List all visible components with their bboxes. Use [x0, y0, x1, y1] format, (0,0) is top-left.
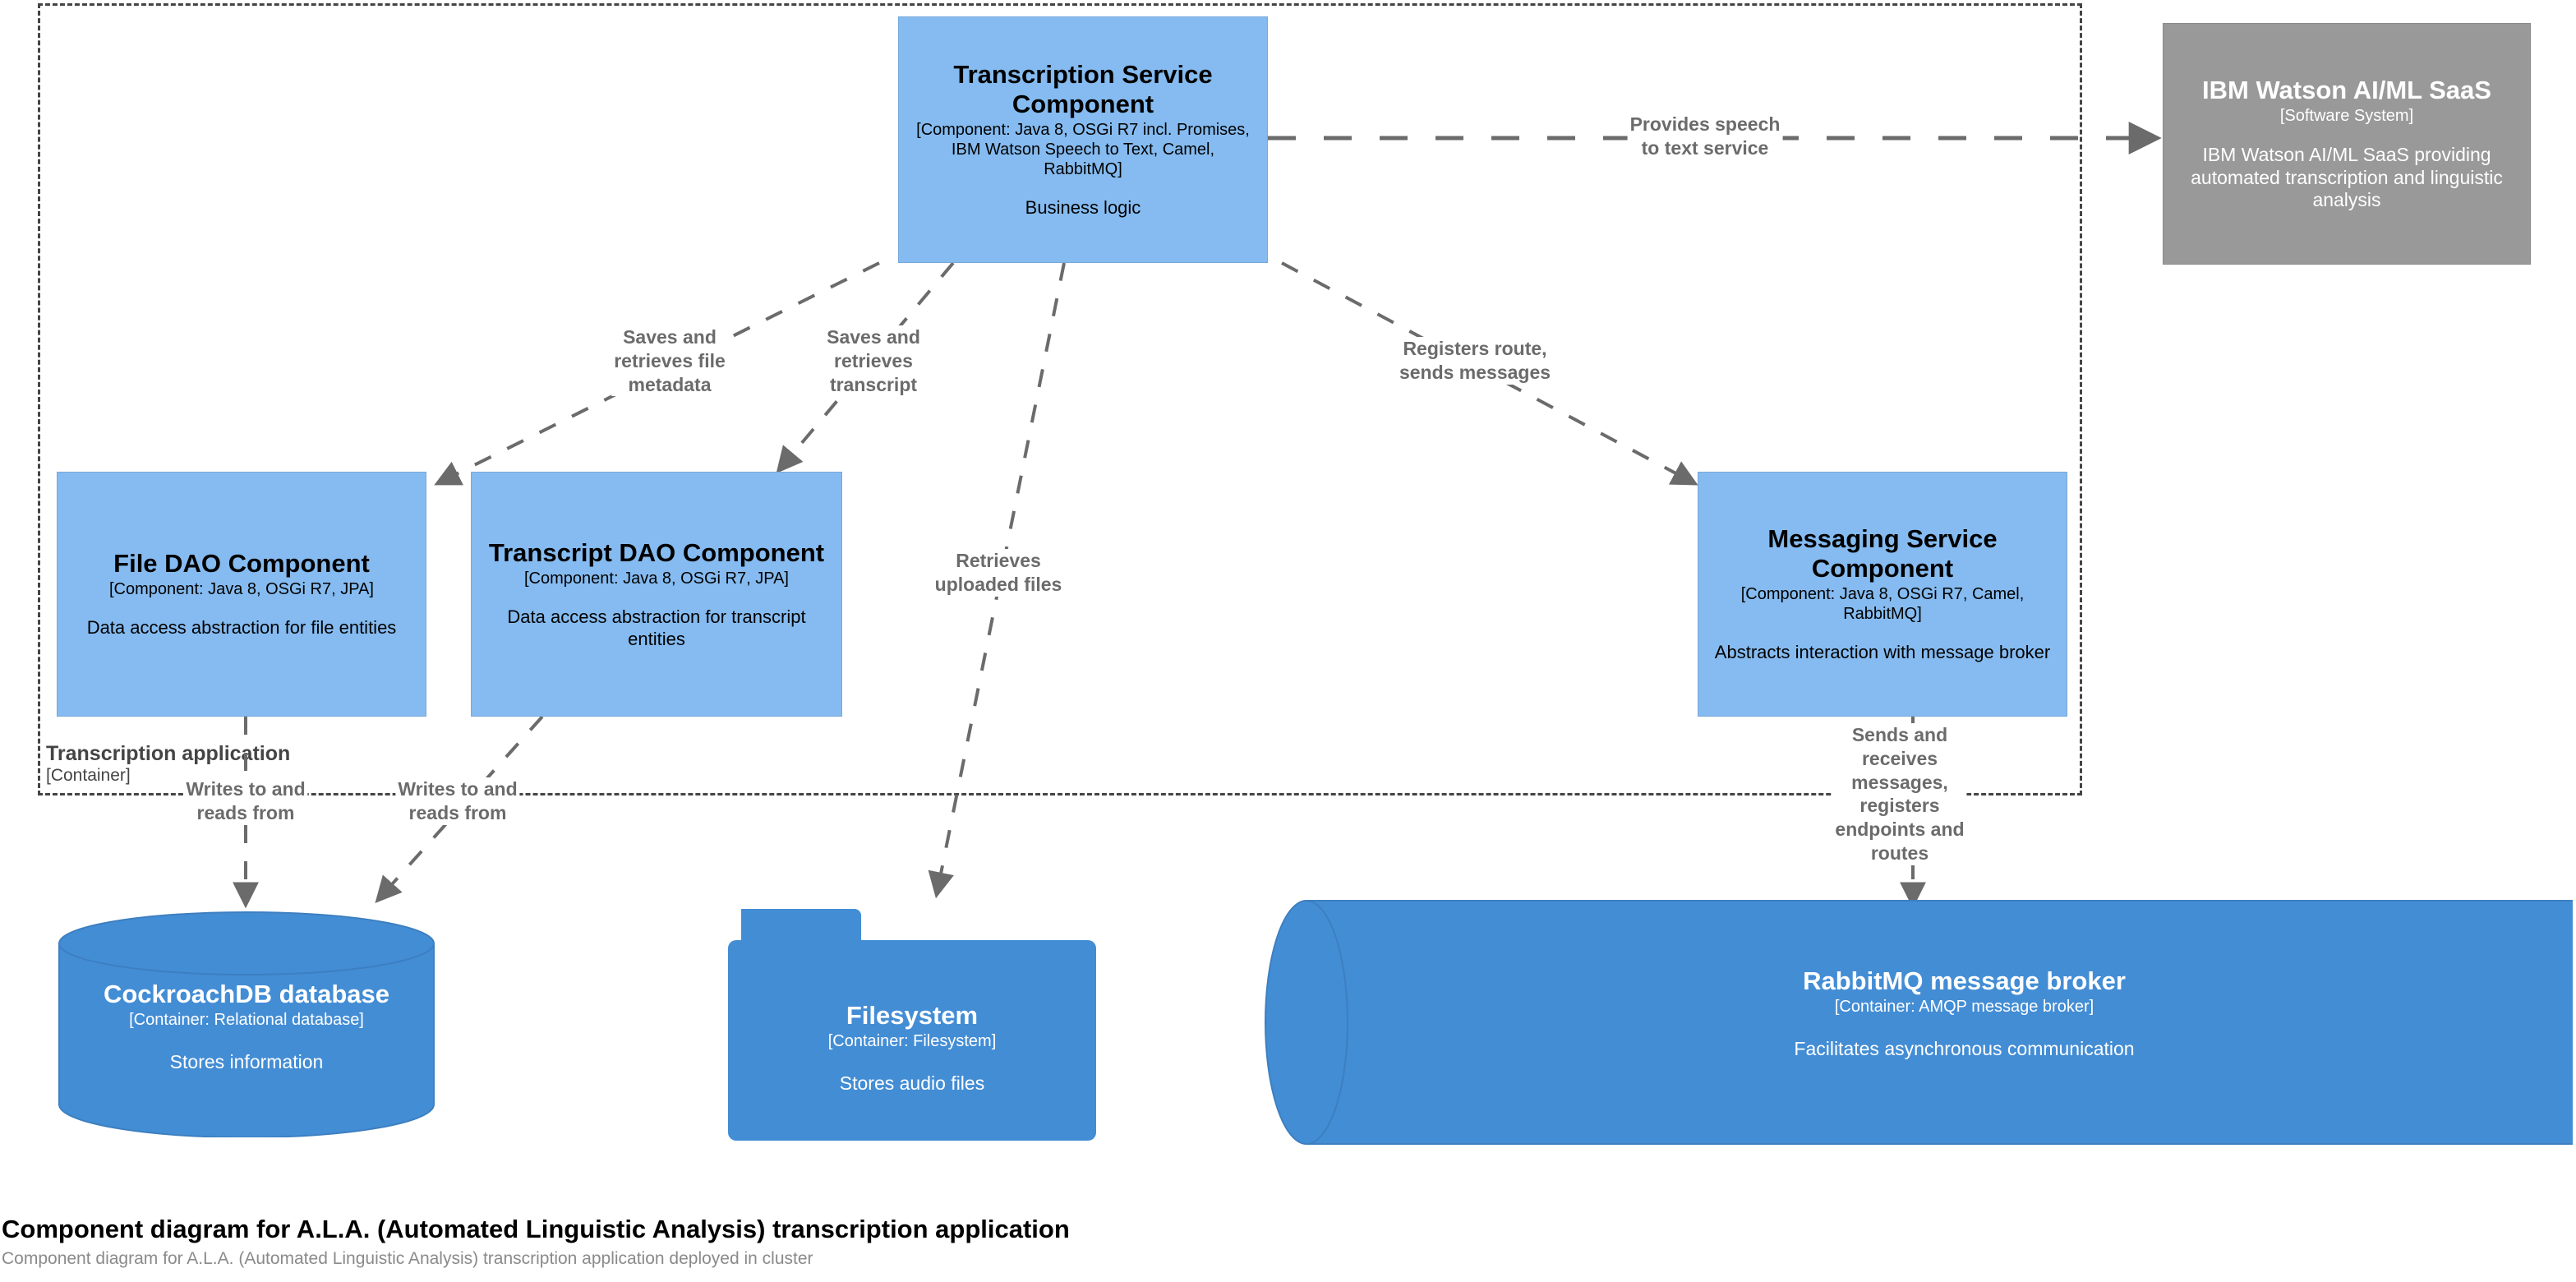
node-technology: [Software System] [2279, 107, 2414, 126]
edge-label-messaging: Registers route, sends messages [1396, 337, 1554, 385]
node-cockroachdb-database[interactable]: CockroachDB database [Container: Relatio… [58, 911, 435, 1138]
node-technology: [Component: Java 8, OSGi R7, JPA] [109, 580, 374, 599]
folder-shape [728, 909, 1096, 1141]
node-filesystem[interactable]: Filesystem [Container: Filesystem] Store… [726, 901, 1098, 1144]
edge-label-filedao-db: Writes to and reads from [183, 777, 308, 825]
node-transcription-service-component[interactable]: Transcription Service Component [Compone… [898, 16, 1268, 263]
node-technology: [Component: Java 8, OSGi R7, Camel, Rabb… [1740, 585, 2025, 624]
node-title: Messaging Service Component [1767, 524, 1998, 583]
node-description: IBM Watson AI/ML SaaS providing automate… [2191, 144, 2503, 211]
diagram-caption: Component diagram for A.L.A. (Automated … [2, 1215, 1070, 1269]
diagram-canvas: Transcription application [Container] Pr… [0, 0, 2576, 1282]
node-title: Transcript DAO Component [488, 537, 825, 567]
edge-label-transcript: Saves and retrieves transcript [824, 325, 923, 397]
cylinder-shape [58, 911, 435, 1138]
edge-label-messaging-broker: Sends and receives messages, registers e… [1832, 723, 1967, 865]
node-technology: [Component: Java 8, OSGi R7, JPA] [524, 570, 789, 588]
edge-label-file-metadata: Saves and retrieves file metadata [611, 325, 728, 397]
caption-title: Component diagram for A.L.A. (Automated … [2, 1215, 1070, 1243]
edge-label-uploaded-files: Retrieves uploaded files [932, 549, 1065, 597]
edge-label-watson: Provides speech to text service [1627, 113, 1783, 160]
node-file-dao-component[interactable]: File DAO Component [Component: Java 8, O… [57, 472, 426, 717]
node-title: IBM Watson AI/ML SaaS [2202, 75, 2491, 104]
node-messaging-service-component[interactable]: Messaging Service Component [Component: … [1698, 472, 2067, 717]
caption-subtitle: Component diagram for A.L.A. (Automated … [2, 1249, 813, 1268]
node-description: Abstracts interaction with message broke… [1714, 642, 2051, 663]
node-description: Business logic [1025, 197, 1141, 219]
node-technology: [Component: Java 8, OSGi R7 incl. Promis… [916, 121, 1250, 179]
horizontal-cylinder-shape [1265, 900, 2573, 1145]
node-description: Data access abstraction for transcript e… [507, 606, 806, 649]
edge-label-transcriptdao-db: Writes to and reads from [395, 777, 520, 825]
node-ibm-watson-ai-ml-saas[interactable]: IBM Watson AI/ML SaaS [Software System] … [2163, 23, 2531, 265]
node-title: Transcription Service Component [953, 60, 1213, 118]
node-title: File DAO Component [113, 549, 370, 579]
node-description: Data access abstraction for file entitie… [86, 617, 397, 639]
node-rabbitmq-message-broker[interactable]: RabbitMQ message broker [Container: AMQP… [1264, 899, 2574, 1146]
node-transcript-dao-component[interactable]: Transcript DAO Component [Component: Jav… [471, 472, 842, 717]
